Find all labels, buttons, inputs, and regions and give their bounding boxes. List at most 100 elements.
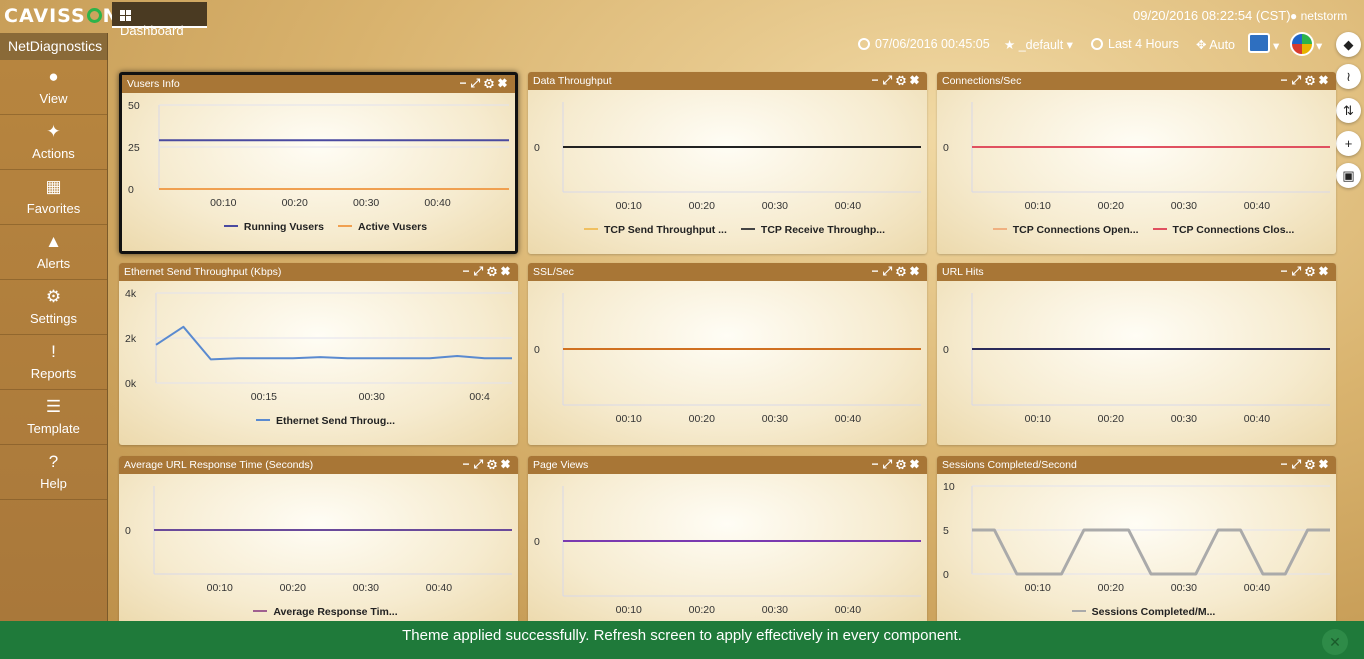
expand-icon[interactable]: ⤢ <box>474 457 488 471</box>
minimize-icon[interactable]: − <box>1281 73 1292 87</box>
panel-vusers-info[interactable]: Vusers Info −⤢⚙✖ 50 25 0 00:10 00:20 00:30 00:40… <box>119 72 518 254</box>
favorite-dropdown[interactable]: ★ _default ▾ <box>1004 37 1073 52</box>
panel-header: Ethernet Send Throughput (Kbps) −⤢⚙✖ <box>119 263 518 281</box>
layout-icon[interactable] <box>1248 33 1270 53</box>
gear-icon[interactable]: ⚙ <box>896 457 910 471</box>
sidebar: ● View ✦ Actions ▦ Favorites ▲ Alerts ⚙ Settings!… <box>0 60 108 659</box>
signal-icon[interactable]: ≀ <box>1336 64 1361 89</box>
expand-icon[interactable]: ⤢ <box>883 73 897 87</box>
x-tick-label: 00:20 <box>689 604 715 616</box>
expand-icon[interactable]: ⤢ <box>1292 457 1306 471</box>
chart-legend: TCP Send Throughput ... TCP Receive Throu… <box>528 224 927 236</box>
panel-sessions-completed-second[interactable]: Sessions Completed/Second −⤢⚙✖ 10 5 0 00:10 00… <box>937 456 1336 626</box>
gear-icon[interactable]: ⚙ <box>1305 264 1319 278</box>
panel-connections-sec[interactable]: Connections/Sec −⤢⚙✖ 0 00:10 00:20 00:30 00:40… <box>937 72 1336 254</box>
x-tick-label: 00:20 <box>282 197 308 209</box>
close-icon[interactable]: ✖ <box>910 457 923 471</box>
legend-item[interactable]: TCP Receive Throughp... <box>761 224 885 236</box>
close-icon[interactable]: ✖ <box>501 457 514 471</box>
sidebar-item-view[interactable]: ● View <box>0 60 107 115</box>
minimize-icon[interactable]: − <box>463 457 474 471</box>
expand-icon[interactable]: ⤢ <box>471 76 485 90</box>
x-tick-label: 00:10 <box>616 200 642 212</box>
gear-icon[interactable]: ⚙ <box>896 73 910 87</box>
x-tick-label: 00:10 <box>1025 200 1051 212</box>
sort-icon[interactable]: ⇅ <box>1336 98 1361 123</box>
user-menu[interactable]: ● netstorm <box>1290 9 1347 23</box>
layers-icon[interactable]: ◆ <box>1336 32 1361 57</box>
x-tick-label: 00:20 <box>1098 582 1124 594</box>
expand-icon[interactable]: ⤢ <box>1292 264 1306 278</box>
gear-icon[interactable]: ⚙ <box>896 264 910 278</box>
sidebar-item-actions[interactable]: ✦ Actions <box>0 115 107 170</box>
panel-ssl-sec[interactable]: SSL/Sec −⤢⚙✖ 0 00:10 00:20 00:30 00:40 <box>528 263 927 445</box>
save-icon[interactable]: ▣ <box>1336 163 1361 188</box>
legend-item[interactable]: TCP Connections Open... <box>1013 224 1139 236</box>
close-icon[interactable]: ✖ <box>1319 457 1332 471</box>
close-icon[interactable]: ✖ <box>1319 73 1332 87</box>
minimize-icon[interactable]: − <box>463 264 474 278</box>
template-icon: ☰ <box>45 397 62 416</box>
sidebar-item-help[interactable]: ? Help <box>0 445 107 500</box>
expand-icon[interactable]: ⤢ <box>883 457 897 471</box>
y-tick-label: 0 <box>943 344 949 356</box>
legend-item[interactable]: Average Response Tim... <box>273 606 397 618</box>
close-icon[interactable]: ✖ <box>1319 264 1332 278</box>
panel-data-throughput[interactable]: Data Throughput −⤢⚙✖ 0 00:10 00:20 00:30 00:40… <box>528 72 927 254</box>
expand-icon[interactable]: ⤢ <box>1292 73 1306 87</box>
gear-icon[interactable]: ⚙ <box>1305 73 1319 87</box>
expand-icon[interactable]: ⤢ <box>883 264 897 278</box>
minimize-icon[interactable]: − <box>460 76 471 90</box>
x-tick-label: 00:40 <box>1244 582 1270 594</box>
gear-icon[interactable]: ⚙ <box>487 264 501 278</box>
y-tick-label: 0k <box>125 378 137 390</box>
close-icon[interactable]: ✖ <box>910 264 923 278</box>
sidebar-item-favorites[interactable]: ▦ Favorites <box>0 170 107 225</box>
expand-icon[interactable]: ⤢ <box>474 264 488 278</box>
refresh-mode[interactable]: ✥ Auto <box>1196 37 1235 52</box>
gear-icon[interactable]: ⚙ <box>1305 457 1319 471</box>
legend-item[interactable]: Active Vusers <box>358 221 427 233</box>
legend-swatch <box>338 225 353 227</box>
sidebar-item-alerts[interactable]: ▲ Alerts <box>0 225 107 280</box>
y-tick-label: 4k <box>125 288 137 300</box>
minimize-icon[interactable]: − <box>872 73 883 87</box>
close-icon[interactable]: ✖ <box>498 76 511 90</box>
y-tick-label: 0 <box>534 344 540 356</box>
y-tick-label: 50 <box>128 100 140 112</box>
close-icon[interactable]: ✕ <box>1322 629 1348 655</box>
caret-icon[interactable]: ▾ <box>1273 38 1279 53</box>
legend-item[interactable]: TCP Connections Clos... <box>1173 224 1295 236</box>
legend-item[interactable]: Running Vusers <box>244 221 324 233</box>
start-time[interactable]: 07/06/2016 00:45:05 <box>858 37 990 51</box>
panel-header: Page Views −⤢⚙✖ <box>528 456 927 474</box>
panel-ethernet-send-throughput-kbps[interactable]: Ethernet Send Throughput (Kbps) −⤢⚙✖ 4k 2k 0… <box>119 263 518 445</box>
legend-item[interactable]: TCP Send Throughput ... <box>604 224 727 236</box>
panel-page-views[interactable]: Page Views −⤢⚙✖ 0 00:10 00:20 00:30 00:40 <box>528 456 927 626</box>
sidebar-item-settings[interactable]: ⚙ Settings <box>0 280 107 335</box>
minimize-icon[interactable]: − <box>872 264 883 278</box>
close-icon[interactable]: ✖ <box>501 264 514 278</box>
tab-dashboard[interactable]: Dashboard <box>112 2 207 38</box>
chart-area: 0 00:10 00:20 00:30 00:40 <box>534 486 921 616</box>
minimize-icon[interactable]: − <box>1281 264 1292 278</box>
minimize-icon[interactable]: − <box>872 457 883 471</box>
panel-average-url-response-time-seconds[interactable]: Average URL Response Time (Seconds) −⤢⚙✖ 0… <box>119 456 518 626</box>
add-icon[interactable]: + <box>1336 131 1361 156</box>
theme-icon[interactable] <box>1290 32 1314 56</box>
x-tick-label: 00:10 <box>616 604 642 616</box>
gear-icon[interactable]: ⚙ <box>484 76 498 90</box>
close-icon[interactable]: ✖ <box>910 73 923 87</box>
legend-item[interactable]: Sessions Completed/M... <box>1092 606 1216 618</box>
panel-url-hits[interactable]: URL Hits −⤢⚙✖ 0 00:10 00:20 00:30 00:40 <box>937 263 1336 445</box>
legend-item[interactable]: Ethernet Send Throug... <box>276 415 395 427</box>
series-line <box>155 325 512 361</box>
minimize-icon[interactable]: − <box>1281 457 1292 471</box>
sidebar-item-reports[interactable]: ! Reports <box>0 335 107 390</box>
gear-icon[interactable]: ⚙ <box>487 457 501 471</box>
caret-icon[interactable]: ▾ <box>1316 38 1322 53</box>
chart-legend: Sessions Completed/M... <box>937 606 1336 618</box>
chart-area: 0 00:10 00:20 00:30 00:40 <box>125 486 512 594</box>
time-range-dropdown[interactable]: Last 4 Hours <box>1091 37 1179 51</box>
sidebar-item-template[interactable]: ☰ Template <box>0 390 107 445</box>
